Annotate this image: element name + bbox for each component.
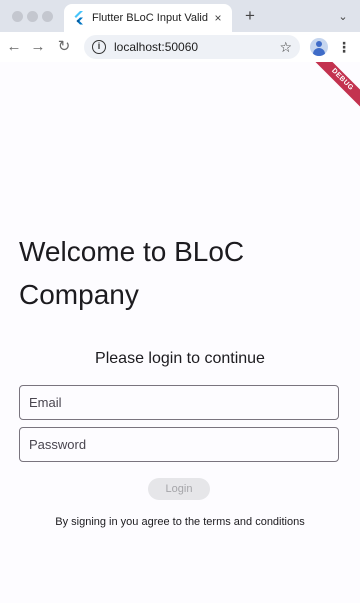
tab-search-icon[interactable]: ⌄ — [334, 8, 352, 26]
site-info-icon[interactable]: i — [92, 40, 106, 54]
address-bar[interactable]: i localhost:50060 ☆ — [84, 35, 300, 59]
url-text[interactable]: localhost:50060 — [114, 40, 279, 54]
flutter-icon — [74, 11, 83, 25]
password-field[interactable] — [19, 427, 339, 462]
email-field[interactable] — [19, 385, 339, 420]
login-prompt: Please login to continue — [95, 350, 265, 367]
minimize-window-dot[interactable] — [27, 11, 38, 22]
maximize-window-dot[interactable] — [42, 11, 53, 22]
debug-banner: DEBUG — [309, 62, 360, 113]
profile-avatar-icon[interactable] — [310, 38, 328, 56]
back-icon[interactable]: ← — [4, 37, 24, 57]
page-title: Welcome to BLoC Company — [19, 230, 339, 316]
app-viewport: DEBUG Welcome to BLoC Company Please log… — [0, 62, 360, 603]
reload-icon[interactable]: ↻ — [54, 37, 74, 57]
title-line-2: Company — [19, 279, 139, 310]
browser-menu-icon[interactable]: ⋮ — [336, 37, 352, 57]
login-button[interactable]: Login — [148, 478, 210, 500]
browser-toolbar: ← → ↻ i localhost:50060 ☆ ⋮ — [0, 32, 360, 62]
tab-close-icon[interactable]: × — [212, 11, 224, 25]
new-tab-button[interactable]: + — [240, 6, 260, 26]
tab-title: Flutter BLoC Input Validations — [92, 12, 208, 24]
browser-tab[interactable]: Flutter BLoC Input Validations × — [64, 4, 232, 32]
tab-strip: Flutter BLoC Input Validations × + ⌄ — [0, 0, 360, 32]
forward-icon[interactable]: → — [28, 37, 48, 57]
bookmark-star-icon[interactable]: ☆ — [279, 39, 292, 56]
terms-text: By signing in you agree to the terms and… — [55, 516, 305, 528]
close-window-dot[interactable] — [12, 11, 23, 22]
title-line-1: Welcome to BLoC — [19, 236, 245, 267]
